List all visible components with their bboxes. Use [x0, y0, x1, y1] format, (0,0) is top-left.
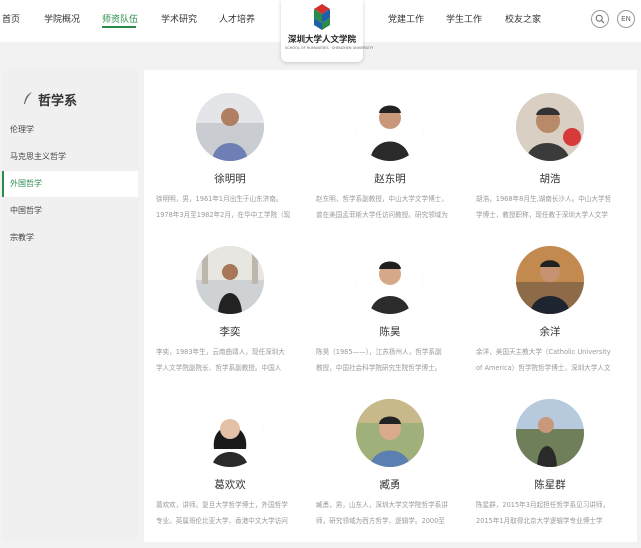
nav-research[interactable]: 学术研究	[161, 12, 197, 25]
faculty-name[interactable]: 李奕	[150, 324, 310, 339]
faculty-desc: 陈昊（1985——），江苏扬州人，哲学系副 教授，中国社会科学院研究生院哲学博士。	[316, 348, 442, 372]
sidebar-item-chinese-philosophy[interactable]: 中国哲学	[2, 198, 138, 224]
faculty-desc: 李奕，1983年生，云南曲靖人，现任深圳大 学人文学院副院长、哲学系副教授。中国人	[156, 348, 285, 372]
language-label: EN	[621, 15, 631, 23]
faculty-desc: 余洋，美国天主教大学（Catholic University of America…	[476, 348, 611, 372]
sidebar: 哲学系 伦理学 马克思主义哲学 外国哲学 中国哲学 宗教学	[2, 70, 138, 542]
faculty-name[interactable]: 余洋	[470, 324, 630, 339]
nav-party[interactable]: 党建工作	[388, 12, 424, 25]
avatar[interactable]	[516, 399, 584, 467]
nav-active-underline	[102, 26, 136, 28]
faculty-desc: 葛欢欢，讲师。复旦大学哲学博士，外国哲学 专业。英属哥伦比亚大学、香港中文大学访问	[156, 501, 288, 525]
quill-icon	[22, 91, 36, 109]
faculty-name[interactable]: 赵东明	[310, 171, 470, 186]
faculty-desc: 臧勇，男，山东人，深圳大学文学院哲学系讲 师，研究领域为西方哲学、逻辑学。2000…	[316, 501, 448, 525]
avatar[interactable]	[356, 246, 424, 314]
faculty-grid: 徐明明 徐明明，男，1961年1月出生于山东济南。 1978年3月至1982年2月…	[144, 70, 637, 542]
nav-students[interactable]: 学生工作	[446, 12, 482, 25]
sidebar-item-ethics[interactable]: 伦理学	[2, 117, 138, 143]
school-logo[interactable]: 深圳大学人文学院 SCHOOL OF HUMANITIES · SHENZHEN…	[281, 0, 374, 62]
nav-education[interactable]: 人才培养	[219, 12, 255, 25]
search-icon	[595, 14, 605, 24]
school-emblem-icon	[314, 4, 330, 30]
avatar[interactable]	[356, 399, 424, 467]
faculty-name[interactable]: 葛欢欢	[150, 477, 310, 492]
search-button[interactable]	[591, 10, 609, 28]
school-name: 深圳大学人文学院	[287, 35, 356, 45]
faculty-desc: 赵东明，哲学系副教授，中山大学文学博士， 曾在美国孟菲斯大学任访问教授。研究领域为	[316, 195, 448, 219]
faculty-desc: 胡浩，1968年8月生,湖南长沙人。中山大学哲 学博士，教授职称，现任教于深圳大学…	[476, 195, 612, 219]
school-name-en: SCHOOL OF HUMANITIES · SHENZHEN UNIVERSI…	[285, 46, 374, 50]
language-button[interactable]: EN	[617, 10, 635, 28]
avatar[interactable]	[196, 93, 264, 161]
nav-home[interactable]: 首页	[2, 12, 20, 25]
faculty-name[interactable]: 陈昊	[310, 324, 470, 339]
nav-about[interactable]: 学院概况	[44, 12, 80, 25]
sidebar-title: 哲学系	[22, 90, 77, 109]
faculty-name[interactable]: 臧勇	[310, 477, 470, 492]
faculty-name[interactable]: 胡浩	[470, 171, 630, 186]
sidebar-item-marxism[interactable]: 马克思主义哲学	[2, 144, 138, 170]
avatar[interactable]	[516, 246, 584, 314]
faculty-desc: 陈星群，2015年3月起担任哲学系见习讲师， 2015年1月取得北京大学逻辑学专业…	[476, 501, 610, 525]
nav-faculty[interactable]: 师资队伍	[102, 12, 138, 25]
faculty-name[interactable]: 徐明明	[150, 171, 310, 186]
avatar[interactable]	[196, 246, 264, 314]
sidebar-item-religion[interactable]: 宗教学	[2, 225, 138, 251]
avatar[interactable]	[516, 93, 584, 161]
nav-alumni[interactable]: 校友之家	[505, 12, 541, 25]
avatar[interactable]	[196, 399, 264, 467]
sidebar-title-text: 哲学系	[38, 94, 78, 109]
faculty-name[interactable]: 陈星群	[470, 477, 630, 492]
sidebar-item-foreign-philosophy[interactable]: 外国哲学	[2, 171, 138, 197]
avatar[interactable]	[356, 93, 424, 161]
faculty-desc: 徐明明，男，1961年1月出生于山东济南。 1978年3月至1982年2月，在华中…	[156, 195, 291, 219]
